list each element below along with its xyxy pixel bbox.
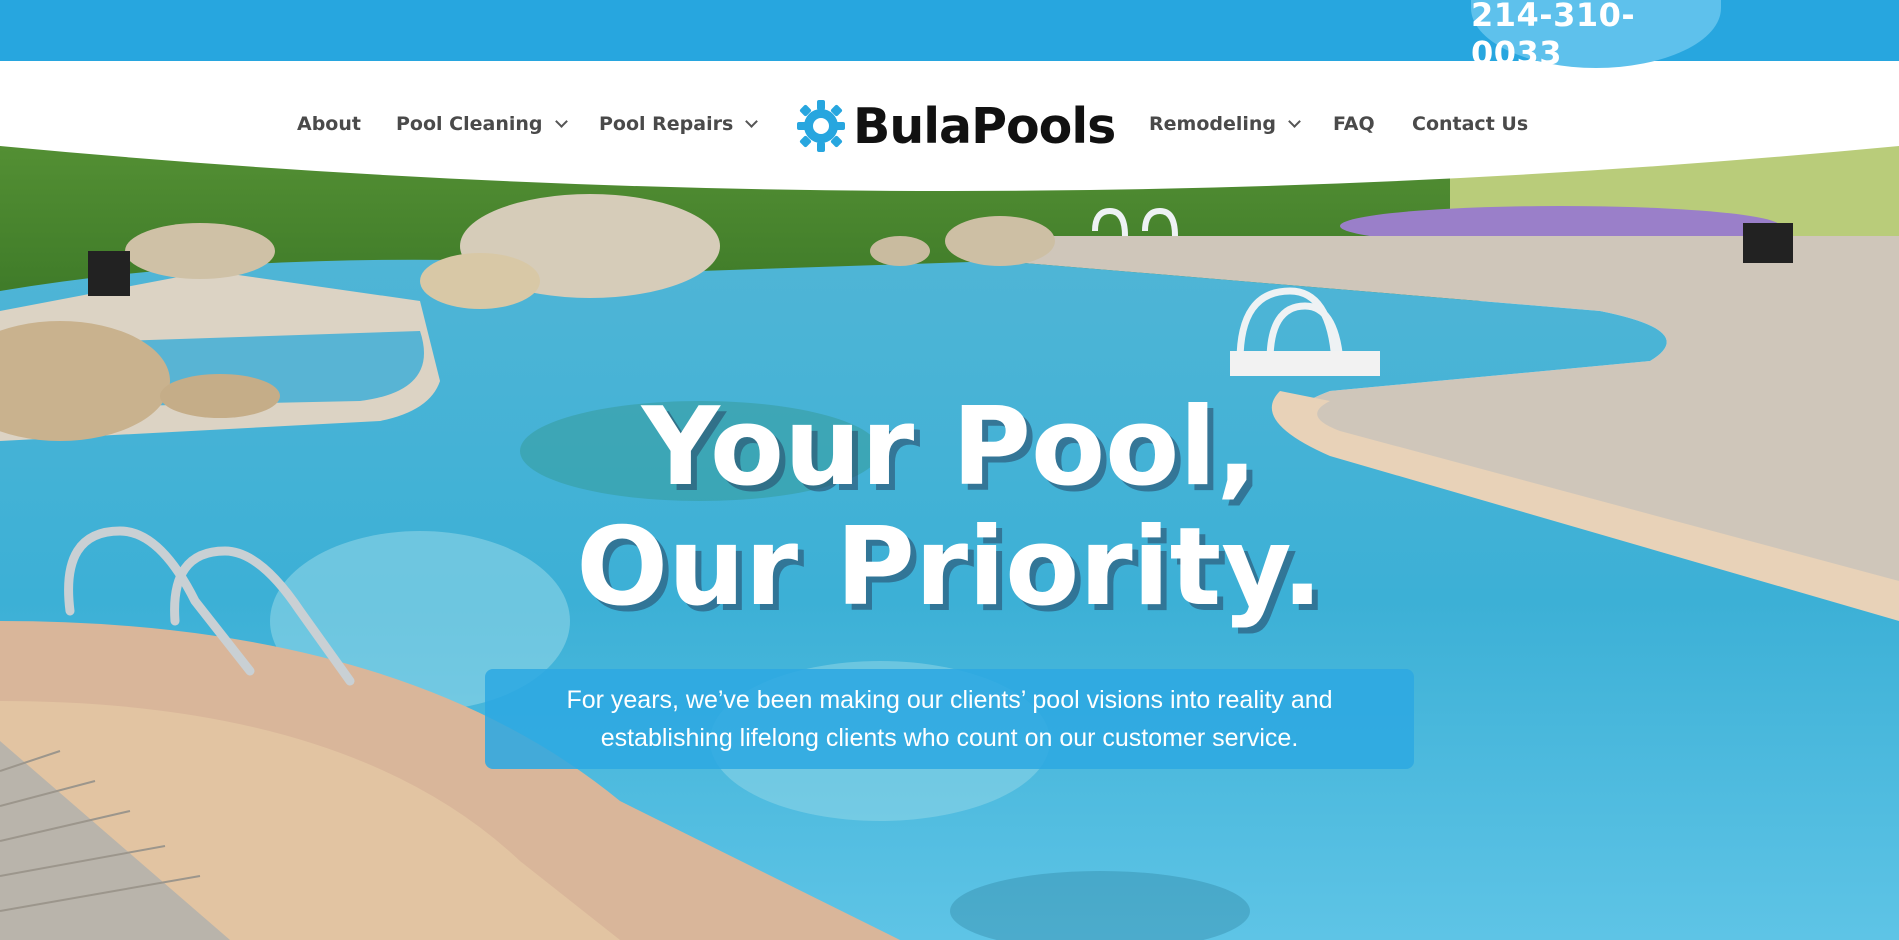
nav-item-pool-repairs[interactable]: Pool Repairs bbox=[599, 99, 759, 149]
headline-line-1: Your Pool, bbox=[641, 385, 1258, 510]
chevron-down-icon[interactable] bbox=[1288, 115, 1301, 128]
nav-item-contact-us[interactable]: Contact Us bbox=[1412, 99, 1528, 149]
hero-subtext-line-1: For years, we’ve been making our clients… bbox=[566, 686, 1333, 714]
logo-wordmark[interactable]: BulaPools bbox=[853, 98, 1116, 155]
nav-item-label[interactable]: About bbox=[297, 113, 361, 135]
nav-item-about[interactable]: About bbox=[297, 99, 361, 149]
nav-item-faq[interactable]: FAQ bbox=[1333, 99, 1375, 149]
chevron-down-icon[interactable] bbox=[745, 115, 759, 128]
hero-subtext-line-2: establishing lifelong clients who count … bbox=[600, 724, 1299, 752]
turtle-gear-icon bbox=[797, 100, 845, 152]
headline-line-2: Our Priority. bbox=[576, 505, 1323, 630]
nav-item-label[interactable]: FAQ bbox=[1333, 113, 1375, 135]
phone-button[interactable]: 214-310-0033 bbox=[1471, 0, 1721, 72]
nav-item-label[interactable]: Pool Cleaning bbox=[396, 113, 543, 135]
nav-item-remodeling[interactable]: Remodeling bbox=[1149, 99, 1301, 149]
phone-number[interactable]: 214-310-0033 bbox=[1471, 0, 1721, 72]
nav-item-label[interactable]: Pool Repairs bbox=[599, 113, 733, 135]
nav-item-pool-cleaning[interactable]: Pool Cleaning bbox=[396, 99, 568, 149]
chevron-down-icon[interactable] bbox=[554, 115, 568, 128]
nav-item-label[interactable]: Remodeling bbox=[1149, 113, 1276, 135]
hero-subtext-box: For years, we’ve been making our clients… bbox=[485, 669, 1414, 769]
site-logo[interactable]: BulaPools bbox=[795, 97, 1116, 155]
nav-item-label[interactable]: Contact Us bbox=[1412, 113, 1528, 135]
hero-headline: Your Pool, Our Priority. bbox=[0, 388, 1899, 628]
